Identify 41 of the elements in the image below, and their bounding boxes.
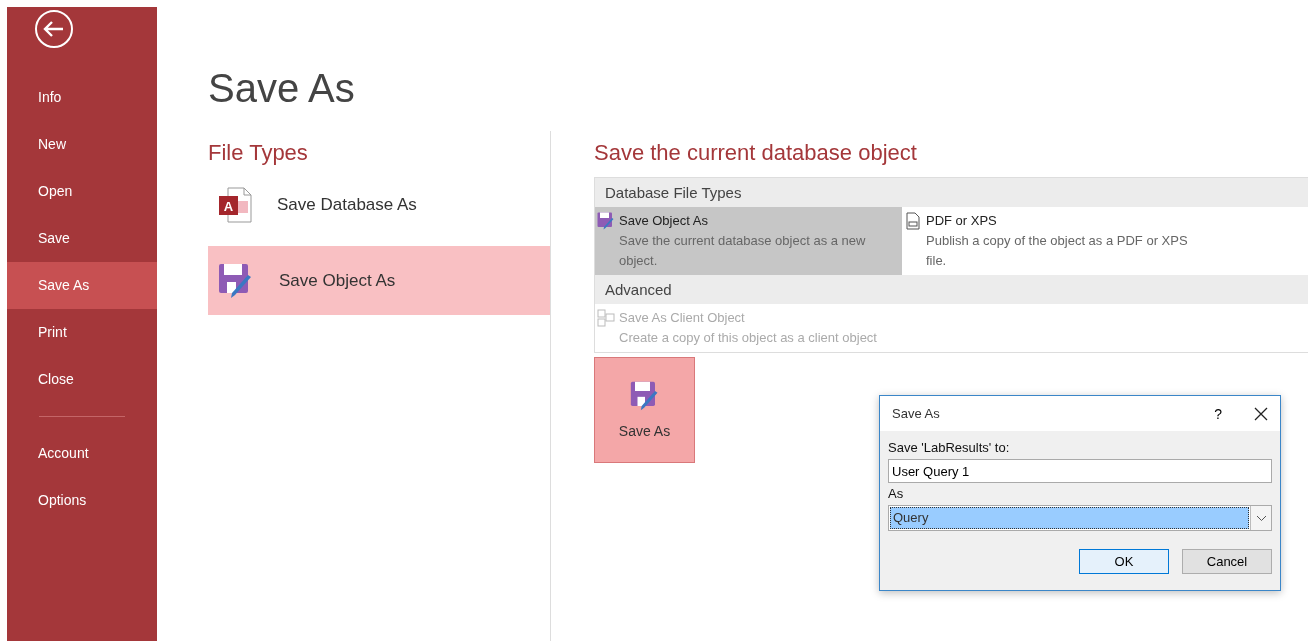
chevron-down-icon [1255, 514, 1267, 522]
cancel-button[interactable]: Cancel [1182, 549, 1272, 574]
document-icon [904, 212, 922, 230]
floppy-pencil-icon [218, 262, 254, 299]
name-field[interactable]: User Query 1 [888, 459, 1272, 483]
close-icon[interactable] [1254, 406, 1268, 421]
sidebar-item[interactable]: Account [7, 430, 157, 477]
type-dropdown[interactable]: Query [888, 505, 1272, 531]
save-option[interactable]: PDF or XPS Publish a copy of the object as a PDF or XPS file. [902, 207, 1209, 275]
ok-button[interactable]: OK [1079, 549, 1169, 574]
group-header: Advanced [595, 275, 1308, 304]
option-description: Save the current database object as a new object. [619, 232, 867, 270]
dialog-title: Save As [892, 406, 941, 421]
floppy-pencil-icon [629, 381, 660, 411]
option-description: Create a copy of this object as a client object [619, 329, 877, 347]
field-label: As [888, 485, 905, 503]
floppy-pencil-icon [597, 212, 615, 230]
group-header: Database File Types [595, 178, 1308, 207]
file-type-item[interactable]: Save Object As [208, 246, 550, 315]
file-type-item[interactable]: A Save Database As [208, 177, 550, 232]
field-label: Save 'LabResults' to: [888, 439, 1011, 457]
sidebar-item[interactable]: Save As [7, 262, 157, 309]
sidebar-item[interactable]: Print [7, 309, 157, 356]
option-title: PDF or XPS [926, 212, 998, 229]
sidebar-item[interactable]: New [7, 121, 157, 168]
sidebar-item[interactable]: Options [7, 477, 157, 524]
option-description: Publish a copy of the object as a PDF or XPS file. [926, 232, 1188, 270]
sidebar-item[interactable]: Info [7, 74, 157, 121]
sidebar-item[interactable]: Save [7, 215, 157, 262]
sidebar-item[interactable]: Open [7, 168, 157, 215]
save-as-button[interactable]: Save As [594, 357, 695, 463]
section-heading: File Types [208, 139, 309, 167]
sidebar-item[interactable]: Close [7, 356, 157, 403]
option-title: Save Object As [619, 212, 709, 229]
option-title: Save As Client Object [619, 309, 746, 326]
client-object-icon [597, 309, 615, 327]
help-button[interactable]: ? [1214, 405, 1222, 422]
section-heading: Save the current database object [594, 139, 918, 167]
save-option[interactable]: Save Object As Save the current database object as a new object. [595, 207, 902, 275]
back-icon[interactable] [34, 9, 74, 49]
page-title: Save As [208, 65, 356, 111]
